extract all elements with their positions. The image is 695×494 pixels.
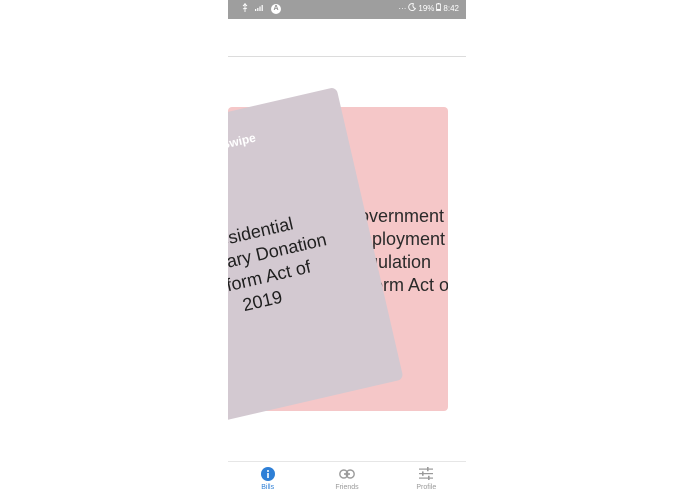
- info-icon: [260, 466, 275, 481]
- swipe-direction-label: Left Swipe: [228, 130, 258, 157]
- battery-icon: [436, 3, 442, 13]
- link-icon: [339, 466, 355, 481]
- status-bar: A ··· 19% 8:42: [228, 0, 466, 19]
- usb-icon: [242, 3, 248, 14]
- bottom-navigation: Bills Friends Profile: [228, 461, 466, 494]
- phone-screen: A ··· 19% 8:42 Government Employment Reg…: [228, 0, 466, 494]
- nav-item-profile[interactable]: Profile: [387, 462, 466, 494]
- more-icon: ···: [398, 3, 407, 13]
- moon-icon: [408, 3, 417, 13]
- battery-percent: 19%: [418, 3, 435, 13]
- nav-label-bills: Bills: [261, 484, 275, 491]
- nav-label-profile: Profile: [416, 484, 437, 491]
- status-left: A: [242, 3, 281, 14]
- sliders-icon: [419, 466, 434, 481]
- nav-item-friends[interactable]: Friends: [307, 462, 386, 494]
- current-bill-title: Presidential Monetary Donation Reform Ac…: [228, 213, 329, 316]
- clock: 8:42: [443, 3, 459, 13]
- app-badge-icon: A: [271, 3, 281, 14]
- nav-item-bills[interactable]: Bills: [228, 462, 307, 494]
- nav-label-friends: Friends: [335, 484, 359, 491]
- header-divider: [228, 56, 466, 57]
- signal-icon: [255, 4, 264, 13]
- status-right: ··· 19% 8:42: [398, 3, 459, 13]
